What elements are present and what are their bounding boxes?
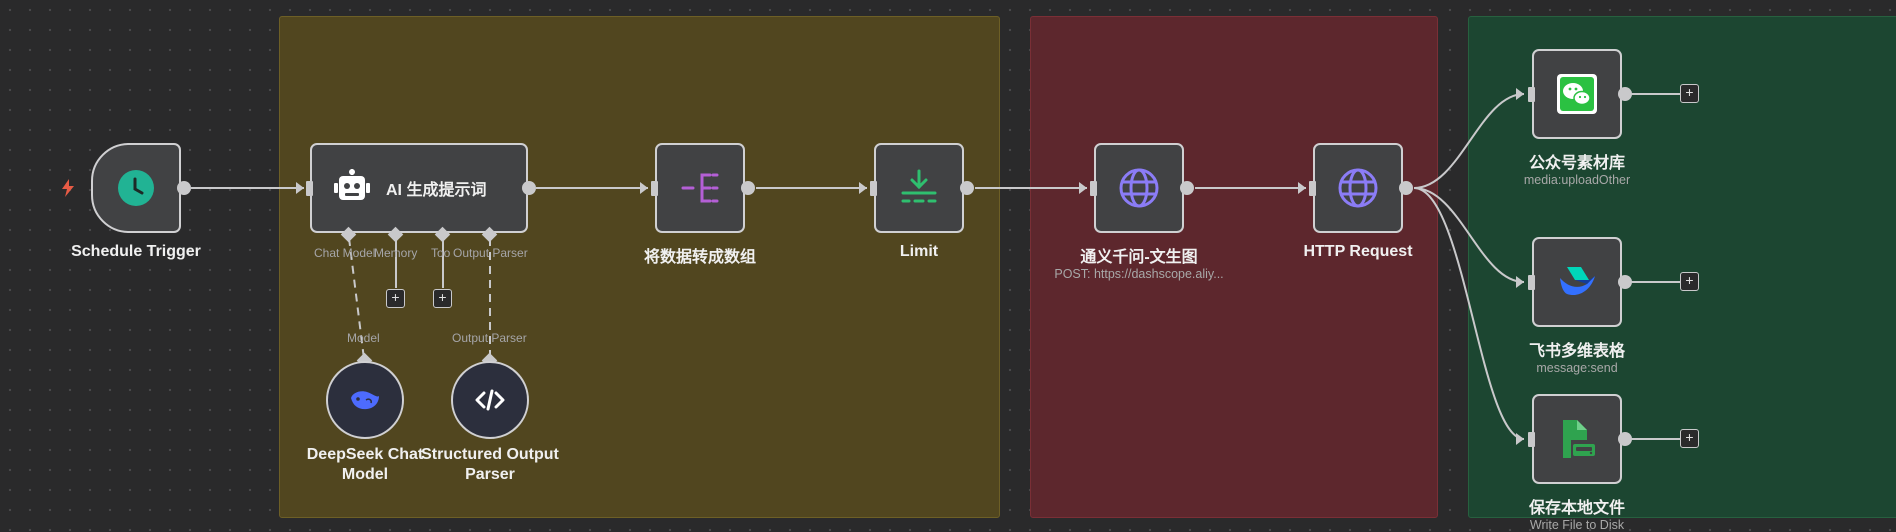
add-node-button[interactable]: + xyxy=(1680,429,1699,448)
node-feishu-bitable[interactable]: 飞书多维表格 message:send xyxy=(1529,237,1625,375)
node-title-line1: Structured Output xyxy=(421,446,559,463)
node-title: 保存本地文件 xyxy=(1528,500,1626,517)
input-port[interactable] xyxy=(651,181,658,196)
robot-icon xyxy=(334,169,370,200)
bolt-icon xyxy=(62,179,74,197)
node-title: DeepSeek Chat Model xyxy=(306,445,424,485)
node-http-tongyi[interactable]: 通义千问-文生图 POST: https://dashscope.aliy... xyxy=(1054,143,1224,281)
file-icon xyxy=(1563,420,1595,458)
node-limit[interactable]: Limit xyxy=(874,143,964,260)
code-icon xyxy=(475,389,505,411)
clock-icon xyxy=(118,170,154,206)
node-title: Limit xyxy=(899,243,939,260)
output-port[interactable] xyxy=(522,181,536,195)
node-title: Structured Output Parser xyxy=(416,445,564,485)
node-title-line2: Model xyxy=(341,466,389,483)
input-port[interactable] xyxy=(306,181,313,196)
output-port[interactable] xyxy=(741,181,755,195)
input-port[interactable] xyxy=(1309,181,1316,196)
edge-http-to-wechat xyxy=(1413,93,1525,189)
output-port[interactable] xyxy=(1399,181,1413,195)
input-port[interactable] xyxy=(870,181,877,196)
port-label-output-parser: Output Parser xyxy=(453,246,528,260)
add-node-button[interactable]: + xyxy=(1680,272,1699,291)
port-label-memory: Memory xyxy=(374,246,418,260)
node-title: HTTP Request xyxy=(1303,243,1413,260)
node-deepseek-chat-model[interactable] xyxy=(326,361,404,439)
sub-port-label-model: Model xyxy=(347,331,380,345)
add-tool-button[interactable]: + xyxy=(433,289,452,308)
node-title: AI 生成提示词 xyxy=(386,182,487,199)
port-label-tool: Too xyxy=(431,246,451,260)
globe-icon xyxy=(1338,168,1378,208)
node-wechat-material[interactable]: 公众号素材库 media:uploadOther xyxy=(1524,49,1630,187)
node-subtitle: message:send xyxy=(1536,361,1618,375)
node-schedule-trigger[interactable]: Schedule Trigger xyxy=(71,143,201,260)
node-title: Schedule Trigger xyxy=(71,243,201,260)
node-title-line2: Parser xyxy=(465,466,515,483)
input-port[interactable] xyxy=(1528,87,1535,102)
input-port[interactable] xyxy=(1528,432,1535,447)
output-port[interactable] xyxy=(1618,275,1632,289)
node-title: 将数据转成数组 xyxy=(643,249,757,266)
output-port[interactable] xyxy=(960,181,974,195)
node-title-line1: DeepSeek Chat xyxy=(306,446,424,463)
split-out-icon xyxy=(681,173,719,203)
output-port[interactable] xyxy=(1618,432,1632,446)
node-http-request[interactable]: HTTP Request xyxy=(1303,143,1413,260)
node-subtitle: media:uploadOther xyxy=(1523,173,1631,187)
output-port[interactable] xyxy=(1180,181,1194,195)
deepseek-whale-icon xyxy=(351,391,379,410)
output-port[interactable] xyxy=(177,181,191,195)
output-port[interactable] xyxy=(1618,87,1632,101)
input-port[interactable] xyxy=(1528,275,1535,290)
edge-http-to-file xyxy=(1413,187,1525,440)
node-split-out[interactable]: 将数据转成数组 xyxy=(644,143,756,266)
port-label-chat-model: Chat Model xyxy=(314,246,376,260)
add-memory-button[interactable]: + xyxy=(386,289,405,308)
node-title: 通义千问-文生图 xyxy=(1080,249,1198,266)
limit-icon xyxy=(901,169,937,203)
edge-http-to-feishu xyxy=(1413,187,1525,283)
node-save-file[interactable]: 保存本地文件 Write File to Disk xyxy=(1529,394,1625,532)
sub-port-label-output-parser: Output Parser xyxy=(452,331,527,345)
node-subtitle: POST: https://dashscope.aliy... xyxy=(1054,267,1224,281)
input-port[interactable] xyxy=(1090,181,1097,196)
node-title: 飞书多维表格 xyxy=(1528,343,1626,360)
node-structured-output-parser[interactable] xyxy=(451,361,529,439)
globe-icon xyxy=(1119,168,1159,208)
node-title: 公众号素材库 xyxy=(1528,155,1626,172)
node-ai-agent[interactable]: AI 生成提示词 xyxy=(310,143,528,233)
add-node-button[interactable]: + xyxy=(1680,84,1699,103)
feishu-icon xyxy=(1560,267,1595,296)
wechat-icon xyxy=(1557,74,1597,114)
